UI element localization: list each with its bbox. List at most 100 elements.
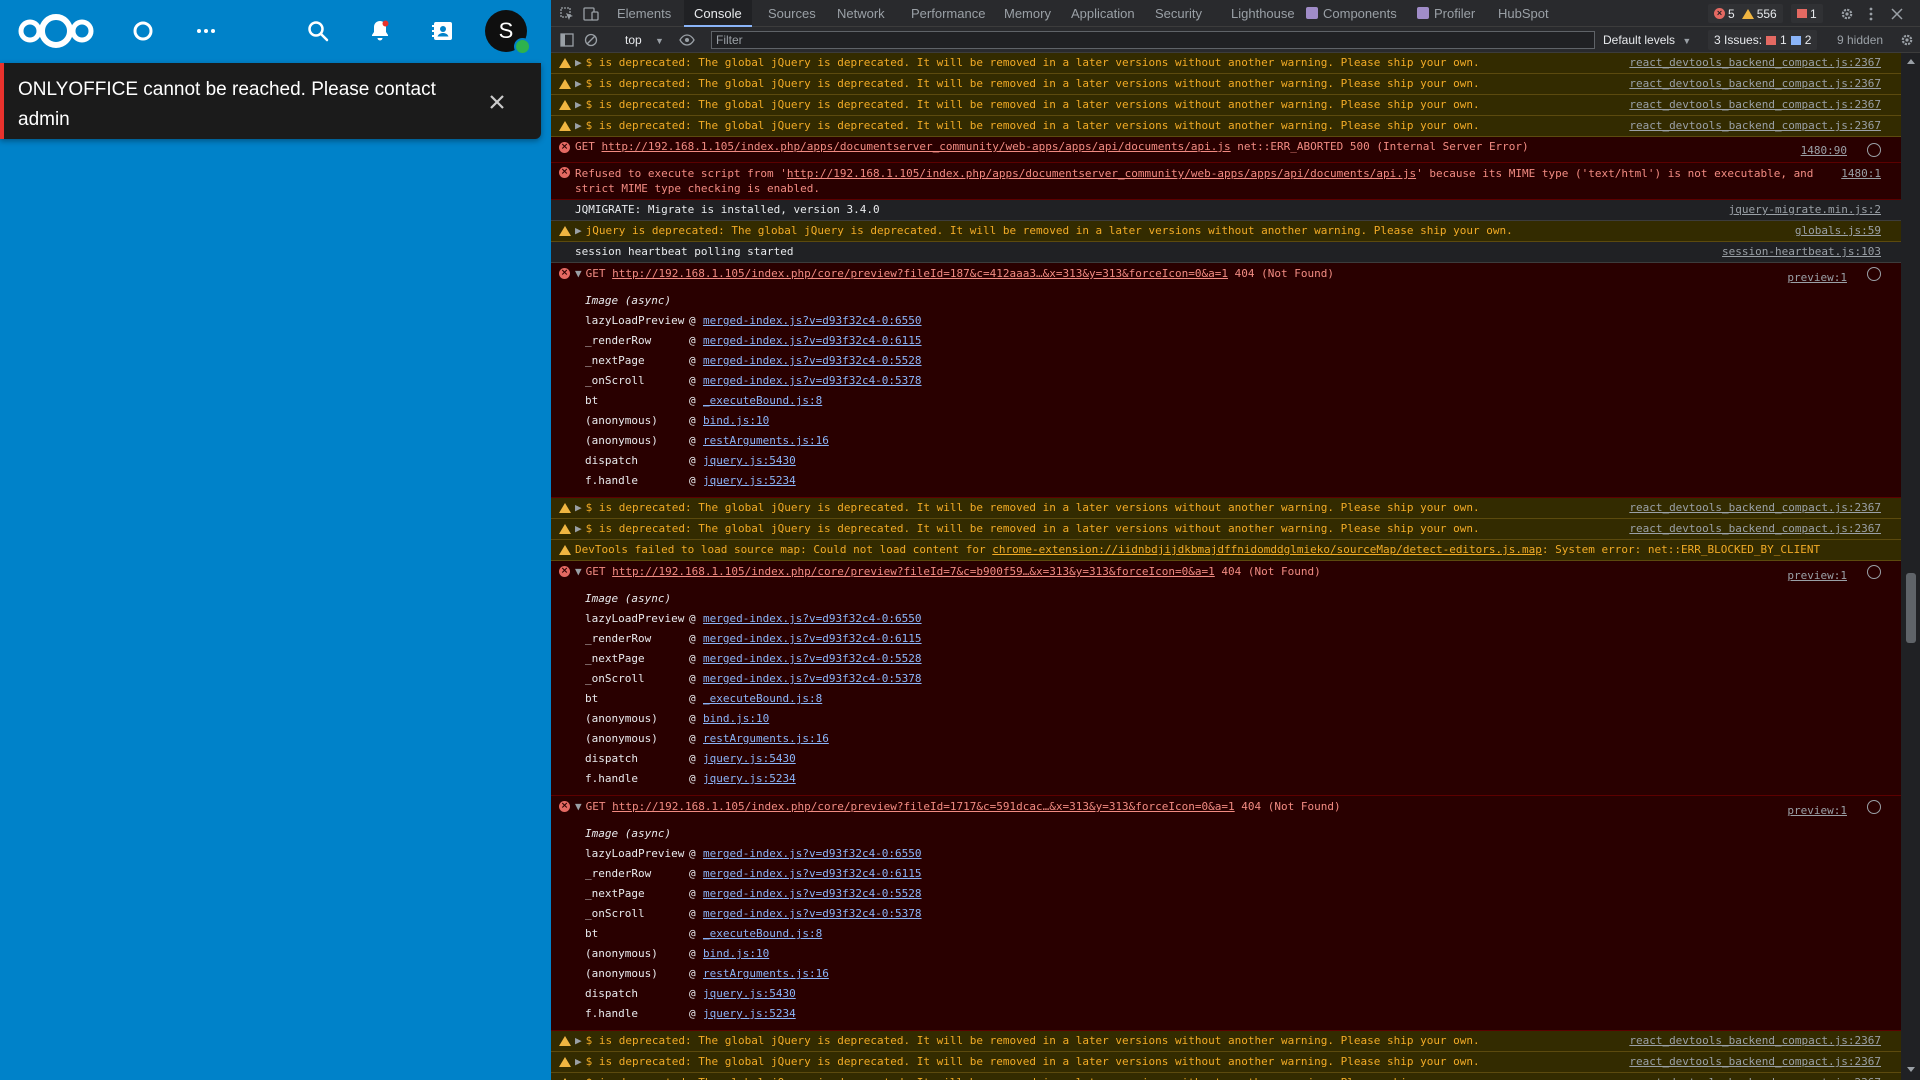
console-scrollbar[interactable] <box>1902 53 1920 1080</box>
tab-elements[interactable]: Elements <box>607 0 681 27</box>
sourcemap-url-link[interactable]: chrome-extension://iidnbdjijdkbmajdffnid… <box>992 543 1542 556</box>
tab-application[interactable]: Application <box>1061 0 1145 27</box>
tab-memory[interactable]: Memory <box>994 0 1061 27</box>
tab-hubspot[interactable]: HubSpot <box>1488 0 1559 27</box>
live-expression-eye-icon[interactable] <box>677 30 697 50</box>
network-globe-icon[interactable] <box>1867 800 1881 814</box>
tab-components[interactable]: Components <box>1296 0 1407 27</box>
console-log[interactable]: JQMIGRATE: Migrate is installed, version… <box>551 200 1901 221</box>
dashboard-icon[interactable] <box>126 14 160 48</box>
stack-frame-link[interactable]: merged-index.js?v=d93f32c4-0:6550 <box>703 847 922 860</box>
stack-frame-link[interactable]: bind.js:10 <box>703 947 769 960</box>
tab-profiler[interactable]: Profiler <box>1407 0 1485 27</box>
console-warning[interactable]: ▶$ is deprecated: The global jQuery is d… <box>551 53 1901 74</box>
mime-error-url-link[interactable]: http://192.168.1.105/index.php/apps/docu… <box>787 167 1416 180</box>
console-settings-gear-icon[interactable] <box>1897 30 1917 50</box>
scrollbar-thumb[interactable] <box>1906 573 1916 643</box>
stack-frame-link[interactable]: restArguments.js:16 <box>703 434 829 447</box>
stack-frame-link[interactable]: merged-index.js?v=d93f32c4-0:6115 <box>703 632 922 645</box>
source-link[interactable]: 1480:1 <box>1841 166 1881 181</box>
tab-lighthouse[interactable]: Lighthouse <box>1221 0 1305 27</box>
stack-frame-link[interactable]: restArguments.js:16 <box>703 732 829 745</box>
sidebar-toggle-icon[interactable] <box>557 30 577 50</box>
console-warning[interactable]: ▶$ is deprecated: The global jQuery is d… <box>551 1052 1901 1073</box>
source-link[interactable]: react_devtools_backend_compact.js:2367 <box>1629 519 1881 539</box>
network-globe-icon[interactable] <box>1867 565 1881 579</box>
tab-sources[interactable]: Sources <box>758 0 826 27</box>
search-icon[interactable] <box>300 13 336 49</box>
collapse-triangle-icon[interactable]: ▼ <box>575 565 582 578</box>
tab-security[interactable]: Security <box>1145 0 1212 27</box>
console-error-expanded[interactable]: × ▼ GET http://192.168.1.105/index.php/co… <box>551 796 1901 1031</box>
scroll-up-arrow-icon[interactable] <box>1907 59 1915 64</box>
tab-console[interactable]: Console <box>684 0 752 27</box>
console-warning[interactable]: ▶$ is deprecated: The global jQuery is d… <box>551 116 1901 137</box>
preview-url-link[interactable]: http://192.168.1.105/index.php/core/prev… <box>612 800 1235 813</box>
tab-network[interactable]: Network <box>827 0 895 27</box>
issues-count-badge[interactable]: 1 <box>1791 4 1823 23</box>
stack-frame-link[interactable]: jquery.js:5234 <box>703 1007 796 1020</box>
stack-frame-link[interactable]: jquery.js:5430 <box>703 987 796 1000</box>
stack-frame-link[interactable]: merged-index.js?v=d93f32c4-0:6550 <box>703 612 922 625</box>
console-warning[interactable]: ▶$ is deprecated: The global jQuery is d… <box>551 498 1901 519</box>
scroll-down-arrow-icon[interactable] <box>1907 1067 1915 1072</box>
close-devtools-icon[interactable] <box>1887 4 1907 24</box>
close-icon[interactable] <box>482 87 512 117</box>
request-url-link[interactable]: http://192.168.1.105/index.php/apps/docu… <box>602 140 1231 153</box>
source-link[interactable]: react_devtools_backend_compact.js:2367 <box>1629 1052 1881 1072</box>
source-link[interactable]: react_devtools_backend_compact.js:2367 <box>1629 95 1881 115</box>
stack-frame-link[interactable]: merged-index.js?v=d93f32c4-0:5378 <box>703 907 922 920</box>
source-link[interactable]: react_devtools_backend_compact.js:2367 <box>1629 116 1881 136</box>
stack-frame-link[interactable]: bind.js:10 <box>703 414 769 427</box>
stack-frame-link[interactable]: merged-index.js?v=d93f32c4-0:6550 <box>703 314 922 327</box>
device-toolbar-icon[interactable] <box>581 4 601 24</box>
console-filter-input[interactable] <box>711 31 1595 49</box>
source-link[interactable]: session-heartbeat.js:103 <box>1722 242 1881 262</box>
console-error-expanded[interactable]: × ▼ GET http://192.168.1.105/index.php/co… <box>551 561 1901 796</box>
console-warning[interactable]: ▶$ is deprecated: The global jQuery is d… <box>551 1073 1901 1080</box>
stack-frame-link[interactable]: jquery.js:5430 <box>703 454 796 467</box>
source-link[interactable]: jquery-migrate.min.js:2 <box>1729 200 1881 220</box>
stack-frame-link[interactable]: _executeBound.js:8 <box>703 394 822 407</box>
source-link[interactable]: react_devtools_backend_compact.js:2367 <box>1629 498 1881 518</box>
stack-frame-link[interactable]: jquery.js:5234 <box>703 772 796 785</box>
source-link[interactable]: globals.js:59 <box>1795 221 1881 241</box>
stack-frame-link[interactable]: merged-index.js?v=d93f32c4-0:5378 <box>703 672 922 685</box>
stack-frame-link[interactable]: jquery.js:5430 <box>703 752 796 765</box>
inspect-element-icon[interactable] <box>557 4 577 24</box>
customize-menu-icon[interactable] <box>1861 4 1881 24</box>
source-link[interactable]: 1480:90 <box>1801 141 1847 161</box>
preview-url-link[interactable]: http://192.168.1.105/index.php/core/prev… <box>612 267 1228 280</box>
nextcloud-logo[interactable] <box>14 10 98 52</box>
more-apps-icon[interactable] <box>189 14 223 48</box>
console-warning[interactable]: ▶$ is deprecated: The global jQuery is d… <box>551 519 1901 540</box>
stack-frame-link[interactable]: merged-index.js?v=d93f32c4-0:5528 <box>703 652 922 665</box>
contacts-icon[interactable] <box>425 13 461 49</box>
source-link[interactable]: preview:1 <box>1787 267 1847 289</box>
console-warning[interactable]: ▶$ is deprecated: The global jQuery is d… <box>551 1031 1901 1052</box>
stack-frame-link[interactable]: _executeBound.js:8 <box>703 692 822 705</box>
console-warning[interactable]: DevTools failed to load source map: Coul… <box>551 540 1901 561</box>
source-link[interactable]: react_devtools_backend_compact.js:2367 <box>1629 74 1881 94</box>
source-link[interactable]: react_devtools_backend_compact.js:2367 <box>1629 1073 1881 1080</box>
notifications-icon[interactable] <box>362 13 398 49</box>
network-globe-icon[interactable] <box>1867 267 1881 281</box>
collapse-triangle-icon[interactable]: ▼ <box>575 800 582 813</box>
context-selector[interactable]: top ▼ <box>621 31 668 49</box>
source-link[interactable]: react_devtools_backend_compact.js:2367 <box>1629 1031 1881 1051</box>
clear-console-icon[interactable] <box>581 30 601 50</box>
stack-frame-link[interactable]: merged-index.js?v=d93f32c4-0:5528 <box>703 887 922 900</box>
stack-frame-link[interactable]: merged-index.js?v=d93f32c4-0:5378 <box>703 374 922 387</box>
stack-frame-link[interactable]: jquery.js:5234 <box>703 474 796 487</box>
console-log[interactable]: session heartbeat polling started sessio… <box>551 242 1901 263</box>
log-levels-dropdown[interactable]: Default levels ▼ <box>1603 31 1691 49</box>
console-error[interactable]: × GET http://192.168.1.105/index.php/app… <box>551 137 1901 163</box>
source-link[interactable]: preview:1 <box>1787 800 1847 822</box>
source-link[interactable]: react_devtools_backend_compact.js:2367 <box>1629 53 1881 73</box>
stack-frame-link[interactable]: merged-index.js?v=d93f32c4-0:6115 <box>703 867 922 880</box>
stack-frame-link[interactable]: _executeBound.js:8 <box>703 927 822 940</box>
console-warning[interactable]: ▶$ is deprecated: The global jQuery is d… <box>551 95 1901 116</box>
stack-frame-link[interactable]: bind.js:10 <box>703 712 769 725</box>
network-globe-icon[interactable] <box>1867 143 1881 157</box>
stack-frame-link[interactable]: restArguments.js:16 <box>703 967 829 980</box>
